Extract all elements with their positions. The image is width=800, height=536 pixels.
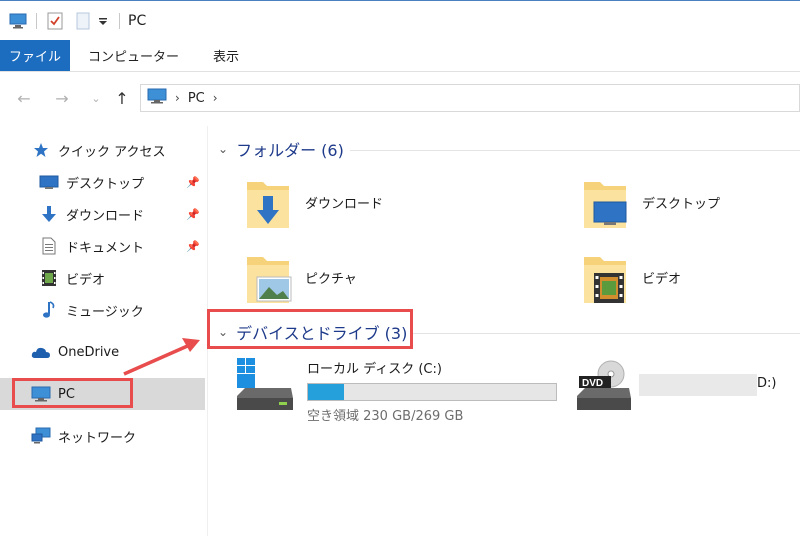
drive-name: ローカル ディスク (C:) (307, 362, 442, 377)
sidebar-item-quick-access[interactable]: クイック アクセス (0, 134, 205, 166)
sidebar-item-videos[interactable]: ビデオ (0, 262, 205, 294)
tab-computer[interactable]: コンピューター (70, 40, 197, 71)
video-folder-icon (584, 257, 626, 303)
sidebar-item-label: ダウンロード (66, 208, 145, 224)
windows-drive-icon (237, 358, 293, 410)
sidebar-item-label: ドキュメント (66, 240, 145, 256)
document-icon (38, 236, 60, 256)
breadcrumb-chevron-icon[interactable]: › (213, 91, 218, 105)
forward-arrow-icon[interactable]: → (50, 86, 74, 110)
recent-locations-chevron-icon[interactable]: ⌄ (84, 86, 108, 110)
sidebar-item-documents[interactable]: ドキュメント 📌 (0, 230, 205, 262)
folder-pictures[interactable]: ピクチャ (243, 245, 453, 309)
sidebar-item-label: デスクトップ (66, 176, 145, 192)
title-separator-2 (119, 12, 120, 29)
up-arrow-icon[interactable]: ↑ (110, 86, 134, 110)
properties-icon[interactable] (45, 11, 65, 31)
star-icon (30, 140, 52, 160)
drive-name: D:) (757, 376, 777, 391)
address-bar[interactable]: › PC › (140, 84, 800, 112)
title-bar: PC (0, 0, 800, 40)
drive-usage-bar (307, 383, 557, 401)
pin-icon[interactable]: 📌 (186, 208, 200, 221)
sidebar-item-downloads[interactable]: ダウンロード 📌 (0, 198, 205, 230)
drive-usage-fill (308, 384, 344, 400)
drive-local-c[interactable]: ローカル ディスク (C:) 空き領域 230 GB/269 GB (235, 358, 557, 424)
pictures-folder-icon (247, 257, 292, 303)
folder-label: デスクトップ (642, 196, 721, 212)
section-divider (350, 150, 800, 151)
folder-downloads[interactable]: ダウンロード (243, 170, 453, 234)
new-folder-icon[interactable] (73, 11, 93, 31)
back-arrow-icon[interactable]: ← (12, 86, 36, 110)
window-title: PC (128, 12, 147, 29)
drive-info: ローカル ディスク (C:) 空き領域 230 GB/269 GB (307, 358, 557, 424)
navigation-bar: ← → ⌄ ↑ › PC › (0, 78, 800, 118)
drive-dvd-d[interactable]: DVD D:) (575, 360, 776, 416)
drive-free-space: 空き領域 230 GB/269 GB (307, 409, 464, 424)
dvd-drive-icon: DVD (577, 360, 631, 410)
sidebar-item-music[interactable]: ミュージック (0, 294, 205, 326)
annotation-arrow (123, 338, 200, 376)
ribbon-tabs: ファイル コンピューター 表示 (0, 40, 800, 72)
title-separator (36, 12, 37, 29)
desktop-folder-icon (584, 182, 627, 228)
sidebar-item-label: ネットワーク (58, 430, 137, 446)
redacted-drive-label (639, 374, 757, 396)
pin-icon[interactable]: 📌 (186, 240, 200, 253)
collapse-chevron-icon[interactable]: ⌄ (218, 142, 228, 156)
download-folder-icon (247, 182, 289, 228)
breadcrumb-chevron-icon[interactable]: › (175, 91, 180, 105)
music-icon (38, 300, 60, 320)
folder-label: ダウンロード (305, 196, 384, 212)
download-icon (38, 204, 60, 224)
sidebar-item-desktop[interactable]: デスクトップ 📌 (0, 166, 205, 198)
annotation-box-devices (207, 309, 413, 349)
desktop-icon (38, 172, 60, 192)
folder-desktop[interactable]: デスクトップ (580, 170, 790, 234)
sidebar-item-label: ビデオ (66, 272, 106, 288)
video-icon (38, 268, 60, 288)
dvd-badge-text: DVD (582, 378, 603, 389)
breadcrumb-pc[interactable]: PC (188, 91, 205, 106)
folders-section-header[interactable]: ⌄ フォルダー (6) (218, 135, 344, 163)
sidebar-item-label: ミュージック (66, 304, 144, 320)
sidebar-item-label: OneDrive (58, 344, 120, 360)
computer-icon (147, 88, 167, 108)
cloud-icon (30, 342, 52, 362)
tab-view[interactable]: 表示 (197, 40, 255, 71)
network-icon (30, 426, 52, 446)
folder-videos[interactable]: ビデオ (580, 245, 790, 309)
folder-label: ビデオ (642, 271, 682, 287)
computer-icon (8, 11, 28, 31)
folders-section-title: フォルダー (6) (236, 141, 344, 160)
tab-file[interactable]: ファイル (0, 40, 70, 71)
sidebar-item-label: クイック アクセス (58, 144, 166, 160)
pin-icon[interactable]: 📌 (186, 176, 200, 189)
sidebar-item-network[interactable]: ネットワーク (0, 420, 205, 452)
section-divider (410, 333, 800, 334)
annotation-box-pc (12, 378, 133, 408)
customize-quick-access-icon[interactable] (93, 11, 113, 31)
folder-label: ピクチャ (305, 271, 357, 287)
